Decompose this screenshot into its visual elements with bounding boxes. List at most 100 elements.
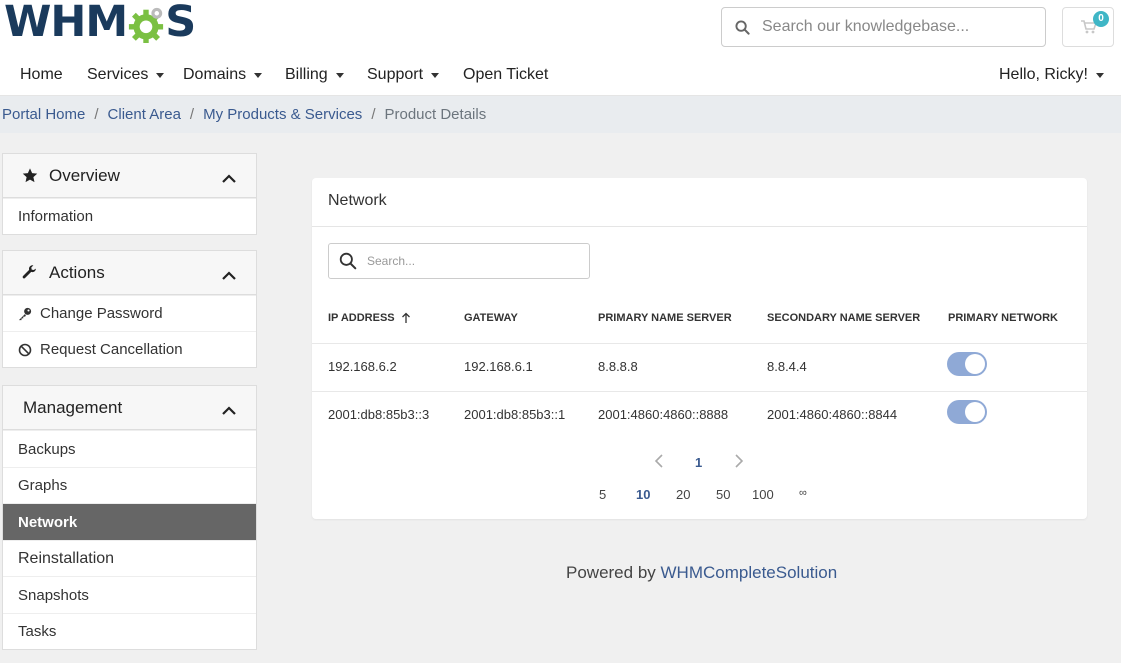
breadcrumb-portal-home[interactable]: Portal Home	[2, 106, 85, 123]
table-search[interactable]	[328, 243, 590, 279]
breadcrumb-current: Product Details	[384, 106, 487, 123]
network-card: Network IP ADDRESS GATEWAY PRIMARY NAME …	[312, 178, 1087, 519]
breadcrumb-separator: /	[371, 106, 376, 123]
nav-services-label: Services	[87, 66, 149, 83]
column-header-label: PRIMARY NETWORK	[948, 312, 1058, 324]
page-size-50[interactable]: 50	[716, 487, 730, 502]
nav-services[interactable]: Services	[87, 66, 165, 84]
whmcs-logo[interactable]: WHM S	[4, 0, 196, 47]
wrench-icon	[21, 264, 41, 281]
column-header-label: SECONDARY NAME SERVER	[767, 312, 921, 324]
sidebar-item-label: Snapshots	[18, 586, 89, 604]
column-header-secondary-ns[interactable]: SECONDARY NAME SERVER	[767, 312, 920, 324]
caret-down-icon	[431, 72, 440, 78]
nav-domains[interactable]: Domains	[183, 66, 263, 84]
nav-home[interactable]: Home	[20, 66, 63, 84]
page-size-5[interactable]: 5	[599, 487, 606, 502]
primary-network-toggle[interactable]	[947, 352, 987, 376]
breadcrumb-separator: /	[94, 106, 99, 123]
divider	[312, 226, 1087, 227]
sidebar-item-label: Tasks	[18, 623, 57, 640]
column-header-primary-ns[interactable]: PRIMARY NAME SERVER	[598, 312, 732, 324]
footer-link[interactable]: WHMCompleteSolution	[661, 563, 838, 582]
sidebar-item-change-password[interactable]: Change Password	[3, 295, 256, 331]
cell-ns1: 8.8.8.8	[598, 359, 638, 374]
sidebar-panel-overview: Overview Information	[2, 153, 257, 235]
nav-user-label: Hello, Ricky!	[999, 66, 1088, 83]
sidebar-item-request-cancellation[interactable]: Request Cancellation	[3, 331, 256, 367]
cart-count-badge: 0	[1093, 11, 1109, 27]
column-header-label: PRIMARY NAME SERVER	[598, 312, 732, 324]
panel-title: Overview	[49, 165, 120, 185]
nav-support-label: Support	[367, 66, 424, 83]
sort-ascending-icon	[401, 312, 410, 323]
page-size-100[interactable]: 100	[752, 487, 774, 502]
primary-network-toggle[interactable]	[947, 400, 987, 424]
cell-ns1: 2001:4860:4860::8888	[598, 407, 729, 422]
sidebar-item-graphs[interactable]: Graphs	[3, 467, 256, 503]
knowledgebase-search-input[interactable]	[762, 18, 1032, 36]
sidebar-panel-management: Management Backups Graphs Network Reinst…	[2, 385, 257, 650]
sidebar-item-label: Network	[18, 513, 78, 531]
table-search-input[interactable]	[367, 254, 577, 268]
panel-header-overview[interactable]: Overview	[3, 154, 256, 198]
panel-header-management[interactable]: Management	[3, 386, 256, 430]
page-size-10[interactable]: 10	[636, 487, 650, 502]
chevron-up-icon[interactable]	[222, 401, 236, 421]
row-divider	[312, 343, 1087, 344]
page-size-20[interactable]: 20	[676, 487, 690, 502]
sidebar-item-information[interactable]: Information	[3, 198, 256, 234]
nav-open-ticket[interactable]: Open Ticket	[463, 66, 548, 84]
sidebar-panel-actions: Actions Change Password Request Cancella…	[2, 250, 257, 368]
page-size-all[interactable]: ∞	[799, 487, 807, 499]
sidebar-item-label: Reinstallation	[18, 549, 115, 567]
star-icon	[21, 167, 41, 184]
chevron-right-icon[interactable]	[734, 454, 744, 471]
breadcrumb-client-area[interactable]: Client Area	[108, 106, 181, 123]
chevron-left-icon[interactable]	[654, 454, 664, 471]
footer: Powered by WHMCompleteSolution	[566, 563, 837, 583]
card-title: Network	[328, 192, 387, 209]
column-header-gateway[interactable]: GATEWAY	[464, 312, 518, 324]
nav-user-menu[interactable]: Hello, Ricky!	[999, 66, 1104, 84]
breadcrumb-separator: /	[189, 106, 195, 123]
column-header-primary-network[interactable]: PRIMARY NETWORK	[948, 312, 1058, 324]
chevron-up-icon[interactable]	[222, 169, 236, 189]
caret-down-icon	[1095, 72, 1104, 78]
sidebar-item-label: Request Cancellation	[40, 341, 183, 358]
caret-down-icon	[335, 72, 344, 78]
knowledgebase-search[interactable]	[721, 7, 1046, 47]
sidebar-item-snapshots[interactable]: Snapshots	[3, 576, 256, 613]
cell-gateway: 2001:db8:85b3::1	[464, 407, 566, 422]
column-header-ip-address[interactable]: IP ADDRESS	[328, 312, 411, 324]
footer-prefix: Powered by	[566, 563, 656, 582]
sidebar-item-backups[interactable]: Backups	[3, 430, 256, 467]
chevron-up-icon[interactable]	[222, 266, 236, 286]
cell-ip: 2001:db8:85b3::3	[328, 407, 430, 422]
breadcrumb: Portal Home / Client Area / My Products …	[0, 96, 1121, 133]
logo-text-left: WHM	[4, 0, 128, 47]
sidebar-item-tasks[interactable]: Tasks	[3, 613, 256, 649]
column-header-label: IP ADDRESS	[328, 312, 395, 324]
panel-title: Management	[23, 397, 123, 417]
panel-title: Actions	[49, 262, 105, 282]
search-icon	[329, 252, 367, 270]
caret-down-icon	[254, 72, 263, 78]
header: WHM S Search our knowledgebase... 0 Home…	[0, 0, 1121, 96]
panel-header-actions[interactable]: Actions	[3, 251, 256, 295]
nav-billing[interactable]: Billing	[285, 66, 344, 84]
sidebar-item-network[interactable]: Network	[3, 503, 256, 540]
nav-support[interactable]: Support	[367, 66, 440, 84]
cart-button[interactable]: 0	[1062, 7, 1114, 47]
search-icon	[722, 19, 762, 35]
sidebar-item-reinstallation[interactable]: Reinstallation	[3, 540, 256, 576]
cell-ns2: 2001:4860:4860::8844	[767, 407, 898, 422]
page-number[interactable]: 1	[695, 455, 702, 470]
toggle-knob	[965, 354, 985, 374]
row-divider	[312, 391, 1087, 392]
main-nav: Home Services Domains Billing Support Op…	[0, 58, 1121, 94]
logo-text-right: S	[165, 0, 196, 47]
sidebar-item-label: Backups	[18, 440, 76, 458]
breadcrumb-my-products[interactable]: My Products & Services	[203, 106, 362, 123]
nav-home-label: Home	[20, 66, 63, 83]
